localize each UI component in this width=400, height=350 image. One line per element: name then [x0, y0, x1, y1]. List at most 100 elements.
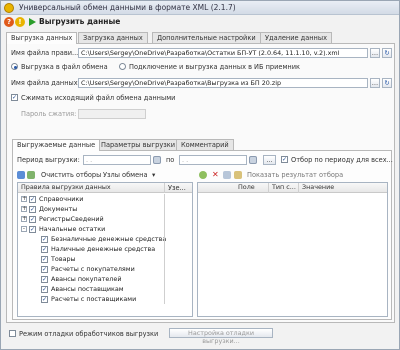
filter-grid[interactable]: Поле Тип с... Значение	[197, 182, 388, 317]
debug-settings-button[interactable]: Настройка отладки выгрузки...	[169, 328, 273, 345]
export-rules-tree[interactable]: Правила выгрузки данных Узе... + ✓ Справоч…	[17, 182, 193, 317]
filter-header: Поле Тип с... Значение	[198, 183, 387, 193]
select-all-icon[interactable]	[17, 171, 25, 179]
tree-row[interactable]: ✓ Расчеты с покупателями	[18, 264, 192, 274]
collapse-icon[interactable]: -	[21, 226, 27, 232]
row-label: Авансы поставщикам	[51, 285, 124, 293]
debug-mode-checkbox[interactable]	[9, 330, 16, 337]
row-label: РегистрыСведений	[39, 215, 104, 223]
tree-row[interactable]: ✓ Расчеты с поставщиками	[18, 294, 192, 304]
main-window: Универсальный обмен данными в формате XM…	[0, 0, 400, 350]
command-bar: ? ! Выгрузить данные	[1, 15, 399, 29]
column-divider	[164, 254, 165, 264]
period-to-input[interactable]: . .	[179, 155, 247, 165]
node-column-header: Узе...	[168, 184, 186, 192]
clear-filters-button[interactable]: Очистить отборы	[41, 171, 101, 179]
column-divider	[164, 183, 165, 193]
add-filter-icon[interactable]	[199, 171, 207, 179]
row-checkbox[interactable]: ✓	[41, 265, 48, 273]
column-divider	[164, 234, 165, 244]
refresh-icon[interactable]: ↻	[382, 48, 392, 58]
tree-row[interactable]: - ✓ Начальные остатки	[18, 224, 192, 234]
main-tabs: Выгрузка данных Загрузка данных Дополнит…	[6, 32, 396, 44]
field-column-header: Поле	[238, 183, 255, 191]
column-divider	[164, 204, 165, 214]
row-checkbox[interactable]: ✓	[41, 275, 48, 283]
password-label: Пароль сжатия:	[21, 110, 77, 118]
deselect-all-icon[interactable]	[27, 171, 35, 179]
row-label: Авансы покупателей	[51, 275, 122, 283]
row-label: Наличные денежные средства	[51, 245, 156, 253]
column-divider	[164, 244, 165, 254]
radio-export-to-file[interactable]	[11, 63, 18, 70]
row-checkbox[interactable]: ✓	[41, 295, 48, 303]
data-file-label: Имя файла данных:	[11, 79, 80, 87]
info-icon[interactable]: !	[15, 17, 25, 27]
filter-icon[interactable]	[234, 171, 242, 179]
copy-filter-icon[interactable]	[223, 171, 231, 179]
tab-export-params[interactable]: Параметры выгрузки	[96, 139, 181, 150]
column-divider	[164, 224, 165, 234]
period-label: Период выгрузки:	[17, 156, 80, 164]
row-label: Расчеты с покупателями	[51, 265, 135, 273]
expand-icon[interactable]: +	[21, 216, 27, 222]
tab-export[interactable]: Выгрузка данных	[6, 32, 78, 44]
help-icon[interactable]: ?	[4, 17, 14, 27]
row-checkbox[interactable]: ✓	[41, 235, 48, 243]
open-file-icon[interactable]: ↻	[382, 78, 392, 88]
period-filter-checkbox[interactable]: ✓	[281, 156, 288, 163]
exchange-nodes-dropdown[interactable]: Узлы обмена	[103, 171, 148, 179]
calendar-from-icon[interactable]	[153, 156, 161, 164]
play-icon	[29, 18, 36, 26]
period-select-button[interactable]: ...	[263, 155, 276, 165]
period-from-input[interactable]: . .	[83, 155, 151, 165]
row-checkbox[interactable]: ✓	[29, 215, 36, 223]
column-divider	[164, 194, 165, 204]
rules-header: Правила выгрузки данных	[18, 183, 192, 193]
rules-file-browse-button[interactable]: …	[370, 48, 380, 58]
column-divider	[268, 183, 269, 193]
tree-row[interactable]: ✓ Наличные денежные средства	[18, 244, 192, 254]
row-checkbox[interactable]: ✓	[29, 225, 36, 233]
export-data-button[interactable]: Выгрузить данные	[27, 16, 123, 28]
expand-icon[interactable]: +	[21, 206, 27, 212]
delete-filter-icon[interactable]: ✕	[212, 170, 219, 179]
rules-file-input[interactable]: C:\Users\Sergey\OneDrive\Разработка\Оста…	[78, 48, 368, 58]
data-file-browse-button[interactable]: …	[370, 78, 380, 88]
row-label: Справочники	[39, 195, 84, 203]
tree-row[interactable]: ✓ Безналичные денежные средства	[18, 234, 192, 244]
tab-import[interactable]: Загрузка данных	[78, 32, 148, 43]
row-checkbox[interactable]: ✓	[29, 195, 36, 203]
sub-tabs: Выгружаемые данные Параметры выгрузки Ко…	[12, 139, 392, 151]
tree-row[interactable]: + ✓ Справочники	[18, 194, 192, 204]
chevron-down-icon: ▾	[152, 171, 156, 179]
tree-row[interactable]: ✓ Авансы поставщикам	[18, 284, 192, 294]
row-label: Начальные остатки	[39, 225, 106, 233]
tree-row[interactable]: + ✓ Документы	[18, 204, 192, 214]
radio-export-to-ib[interactable]	[119, 63, 126, 70]
period-to-label: по	[166, 156, 175, 164]
expand-icon[interactable]: +	[21, 196, 27, 202]
calendar-to-icon[interactable]	[249, 156, 257, 164]
column-divider	[164, 284, 165, 294]
password-input[interactable]	[78, 109, 146, 119]
tab-delete-data[interactable]: Удаление данных	[260, 32, 332, 43]
data-file-input[interactable]: C:\Users\Sergey\OneDrive\Разработка\Выгр…	[78, 78, 368, 88]
row-checkbox[interactable]: ✓	[29, 205, 36, 213]
show-filter-result-button[interactable]: Показать результат отбора	[247, 171, 343, 179]
tree-row[interactable]: ✓ Авансы покупателей	[18, 274, 192, 284]
row-label: Товары	[51, 255, 76, 263]
column-divider	[164, 264, 165, 274]
tree-row[interactable]: ✓ Товары	[18, 254, 192, 264]
column-divider	[164, 274, 165, 284]
row-checkbox[interactable]: ✓	[41, 285, 48, 293]
tab-comment[interactable]: Комментарий	[176, 139, 234, 150]
row-checkbox[interactable]: ✓	[41, 255, 48, 263]
tree-row[interactable]: + ✓ РегистрыСведений	[18, 214, 192, 224]
row-checkbox[interactable]: ✓	[41, 245, 48, 253]
compress-checkbox[interactable]: ✓	[11, 94, 18, 101]
tab-additional-settings[interactable]: Дополнительные настройки	[152, 32, 261, 43]
type-column-header: Тип с...	[272, 183, 296, 191]
tab-exported-data[interactable]: Выгружаемые данные	[12, 139, 101, 151]
rules-column-header: Правила выгрузки данных	[21, 183, 111, 191]
